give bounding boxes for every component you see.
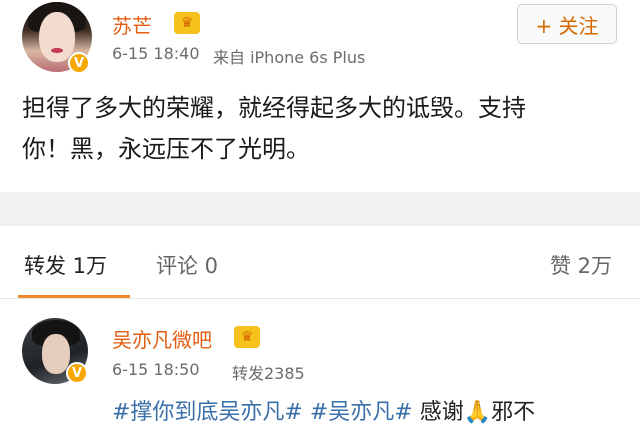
tab-repost[interactable]: 转发 1万 [24,250,107,280]
avatar-lips [51,48,63,53]
tab-comment[interactable]: 评论 0 [156,250,218,280]
crown-icon: ♛ [234,326,260,348]
post-source: 来自 iPhone 6s Plus [213,48,366,67]
hashtag-link[interactable]: #撑你到底吴亦凡# [112,400,303,425]
verified-badge-icon: V [68,52,90,74]
repost-time: 6-15 18:50 [112,360,200,379]
avatar-face [39,12,75,62]
tabs-divider [0,298,640,299]
repost-text-tail: 感谢🙏邪不 [419,400,536,425]
hashtag-link[interactable]: #吴亦凡# [310,400,413,425]
author-name[interactable]: 苏芒 [112,10,152,39]
post-time: 6-15 18:40 [112,44,200,63]
section-separator [0,192,640,226]
post-text-line: 担得了多大的荣耀，就经得起多大的诋毁。支持 [22,94,526,122]
post-body: 担得了多大的荣耀，就经得起多大的诋毁。支持 你！黑，永远压不了光明。 [22,88,612,170]
tab-like[interactable]: 赞 2万 [550,250,612,280]
follow-button[interactable]: + 关注 [517,4,617,44]
repost-text: #撑你到底吴亦凡# #吴亦凡# 感谢🙏邪不 [112,394,535,426]
crown-icon: ♛ [174,12,200,34]
verified-badge-icon: V [66,362,88,384]
post-text-line: 你！黑，永远压不了光明。 [22,135,310,163]
repost-count: 转发2385 [232,364,305,383]
repost-author-name[interactable]: 吴亦凡微吧 [112,324,212,353]
